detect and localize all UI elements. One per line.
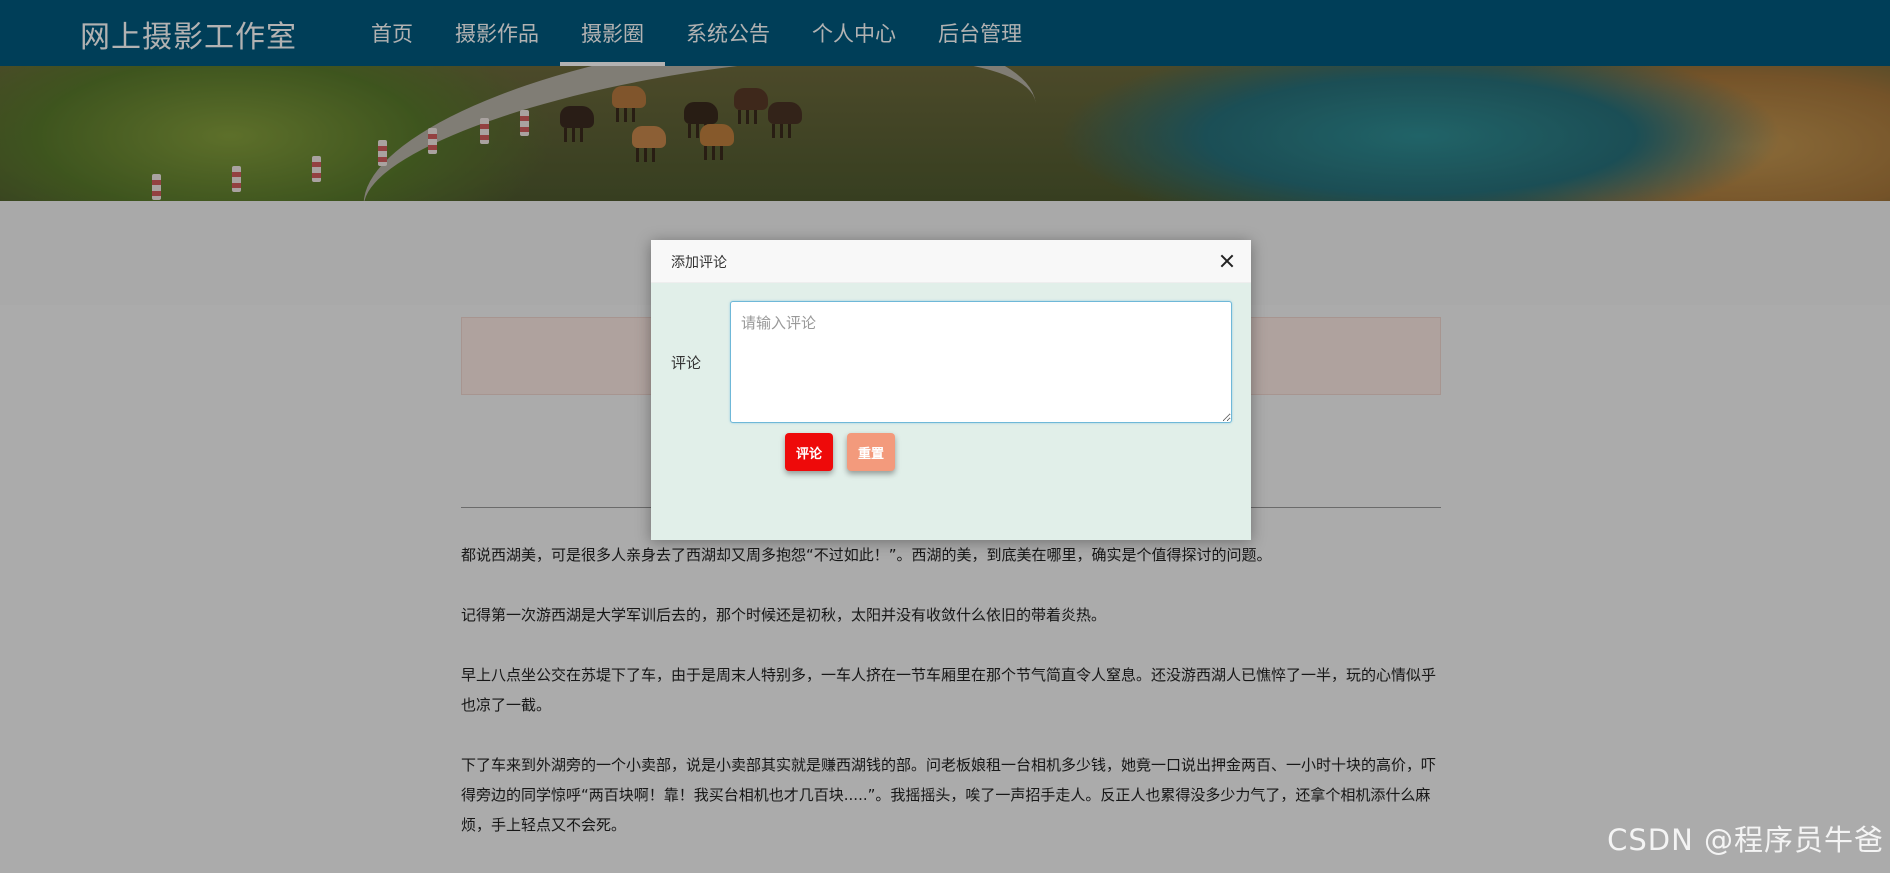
reset-button[interactable]: 重置 xyxy=(847,433,895,471)
submit-comment-button[interactable]: 评论 xyxy=(785,433,833,471)
watermark: CSDN @程序员牛爸 xyxy=(1607,823,1884,857)
dialog-header: 添加评论 xyxy=(651,240,1251,283)
add-comment-dialog: 添加评论 评论 评论 重置 xyxy=(651,240,1251,540)
close-icon[interactable] xyxy=(1217,251,1237,271)
dialog-title: 添加评论 xyxy=(671,255,727,271)
comment-input[interactable] xyxy=(730,301,1232,423)
comment-field-label: 评论 xyxy=(671,354,702,372)
